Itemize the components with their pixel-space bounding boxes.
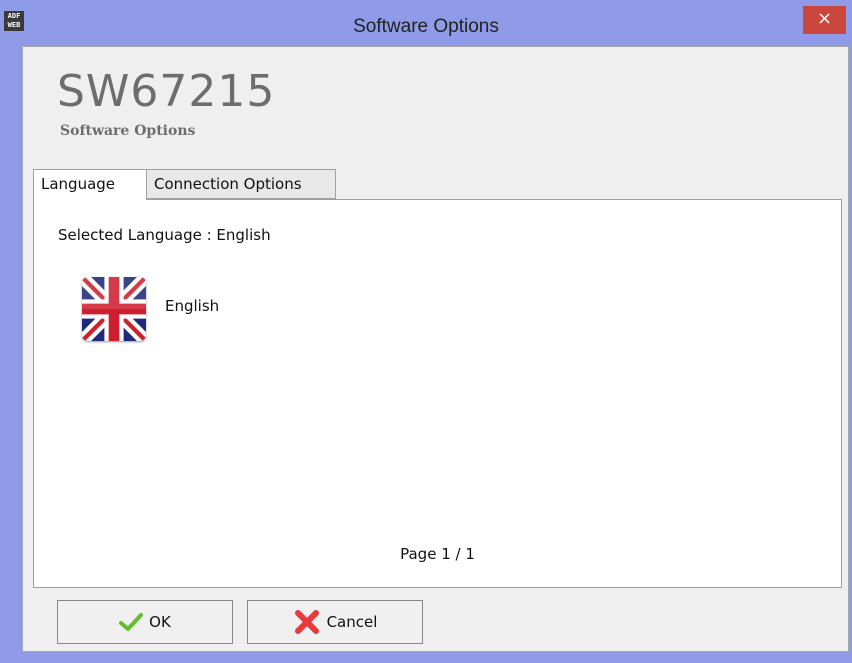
language-panel: Selected Language : English English Page… [33, 199, 842, 588]
dialog-content: SW67215 Software Options Language Connec… [22, 46, 849, 652]
software-subtitle: Software Options [60, 123, 196, 139]
window-title: Software Options [353, 16, 499, 37]
tab-connection-options[interactable]: Connection Options [147, 169, 336, 199]
cancel-button[interactable]: Cancel [247, 600, 423, 644]
uk-flag-icon[interactable] [82, 277, 146, 341]
close-button[interactable]: × [803, 6, 846, 34]
page-indicator: Page 1 / 1 [400, 545, 475, 563]
selected-language-label: Selected Language : English [58, 226, 271, 244]
ok-label: OK [149, 613, 171, 631]
ok-button[interactable]: OK [57, 600, 233, 644]
software-options-window: ADF WEB Software Options × SW67215 Softw… [0, 0, 852, 663]
check-icon [119, 612, 144, 632]
cross-icon [293, 608, 321, 636]
cancel-label: Cancel [326, 613, 378, 631]
tab-language[interactable]: Language [33, 169, 147, 200]
language-option-english[interactable]: English [165, 297, 219, 315]
software-code: SW67215 [57, 66, 276, 117]
